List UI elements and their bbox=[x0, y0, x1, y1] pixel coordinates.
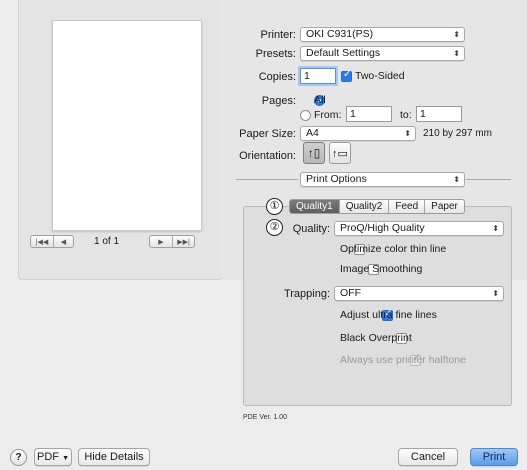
presets-value: Default Settings bbox=[306, 47, 381, 59]
hide-details-button[interactable]: Hide Details bbox=[78, 448, 150, 466]
tab-quality1[interactable]: Quality1 bbox=[290, 200, 339, 213]
pages-from-label: From: bbox=[314, 109, 342, 121]
paper-size-label: Paper Size: bbox=[239, 128, 296, 140]
smoothing-label: Image Smoothing bbox=[340, 263, 423, 275]
halftone-label: Always use printer halftone bbox=[340, 354, 467, 366]
two-sided-checkbox[interactable] bbox=[341, 69, 352, 82]
optimize-label: Optimize color thin line bbox=[340, 243, 447, 255]
separator-right bbox=[466, 179, 511, 180]
quality-tabs: Quality1 Quality2 Feed Paper bbox=[289, 199, 465, 214]
last-page-icon[interactable]: ▶▶| bbox=[172, 236, 194, 247]
callout-2: ② bbox=[266, 219, 283, 236]
separator-left bbox=[236, 179, 298, 180]
paper-size-value: A4 bbox=[306, 127, 319, 139]
preview-nav-forward-group: ▶ ▶▶| bbox=[149, 235, 195, 248]
portrait-icon: ↑▯ bbox=[307, 146, 321, 160]
tab-quality2[interactable]: Quality2 bbox=[338, 200, 389, 213]
section-value: Print Options bbox=[306, 173, 367, 185]
orientation-label: Orientation: bbox=[239, 150, 296, 162]
next-page-icon[interactable]: ▶ bbox=[150, 236, 172, 247]
pdf-menu-button[interactable]: PDF ▼ bbox=[34, 448, 72, 466]
printer-select[interactable]: OKI C931(PS) ⬍ bbox=[300, 27, 465, 42]
tab-paper[interactable]: Paper bbox=[424, 200, 464, 213]
help-button[interactable]: ? bbox=[10, 449, 27, 466]
print-options-box bbox=[243, 206, 512, 406]
pdf-label: PDF bbox=[37, 451, 59, 463]
printer-value: OKI C931(PS) bbox=[306, 28, 374, 40]
help-icon: ? bbox=[15, 452, 22, 463]
paper-size-select[interactable]: A4 ⬍ bbox=[300, 126, 416, 141]
quality-value: ProQ/High Quality bbox=[340, 222, 425, 234]
print-button[interactable]: Print bbox=[470, 448, 518, 466]
pages-to-label: to: bbox=[400, 109, 412, 121]
copies-label: Copies: bbox=[258, 71, 296, 83]
pages-all-label: All bbox=[314, 94, 326, 106]
updown-icon: ⬍ bbox=[492, 289, 499, 298]
quality-select[interactable]: ProQ/High Quality ⬍ bbox=[334, 221, 504, 236]
copies-field[interactable]: 1 bbox=[300, 68, 336, 84]
adjust-label: Adjust ultra fine lines bbox=[340, 309, 437, 321]
preview-nav-back-group: |◀◀ ◀ bbox=[30, 235, 74, 248]
chevron-down-icon: ▼ bbox=[62, 455, 69, 462]
pages-from-radio[interactable] bbox=[300, 110, 311, 121]
page-preview bbox=[52, 20, 202, 231]
updown-icon: ⬍ bbox=[453, 30, 460, 39]
trapping-select[interactable]: OFF ⬍ bbox=[334, 286, 504, 301]
page-count: 1 of 1 bbox=[94, 236, 120, 247]
updown-icon: ⬍ bbox=[404, 129, 411, 138]
black-overprint-label: Black Overprint bbox=[340, 332, 412, 344]
two-sided-label: Two-Sided bbox=[355, 70, 405, 82]
portrait-orientation-button[interactable]: ↑▯ bbox=[303, 142, 325, 164]
presets-label: Presets: bbox=[255, 48, 296, 60]
presets-select[interactable]: Default Settings ⬍ bbox=[300, 46, 465, 61]
quality-label: Quality: bbox=[292, 223, 330, 235]
landscape-orientation-button[interactable]: ↑▭ bbox=[329, 142, 351, 164]
landscape-icon: ↑▭ bbox=[332, 147, 348, 160]
pages-to-field[interactable]: 1 bbox=[416, 106, 462, 122]
prev-page-icon[interactable]: ◀ bbox=[53, 236, 73, 247]
cancel-button[interactable]: Cancel bbox=[398, 448, 458, 466]
callout-1: ① bbox=[266, 198, 283, 215]
paper-size-dims: 210 by 297 mm bbox=[423, 128, 492, 139]
pde-version: PDE Ver. 1.00 bbox=[243, 414, 287, 421]
updown-icon: ⬍ bbox=[453, 175, 460, 184]
pages-from-field[interactable]: 1 bbox=[346, 106, 392, 122]
pages-label: Pages: bbox=[261, 95, 296, 107]
updown-icon: ⬍ bbox=[492, 224, 499, 233]
updown-icon: ⬍ bbox=[453, 49, 460, 58]
tab-feed[interactable]: Feed bbox=[388, 200, 424, 213]
first-page-icon[interactable]: |◀◀ bbox=[31, 236, 53, 247]
printer-label: Printer: bbox=[260, 29, 296, 41]
trapping-label: Trapping: bbox=[283, 288, 330, 300]
trapping-value: OFF bbox=[340, 287, 361, 299]
section-select[interactable]: Print Options ⬍ bbox=[300, 172, 465, 187]
